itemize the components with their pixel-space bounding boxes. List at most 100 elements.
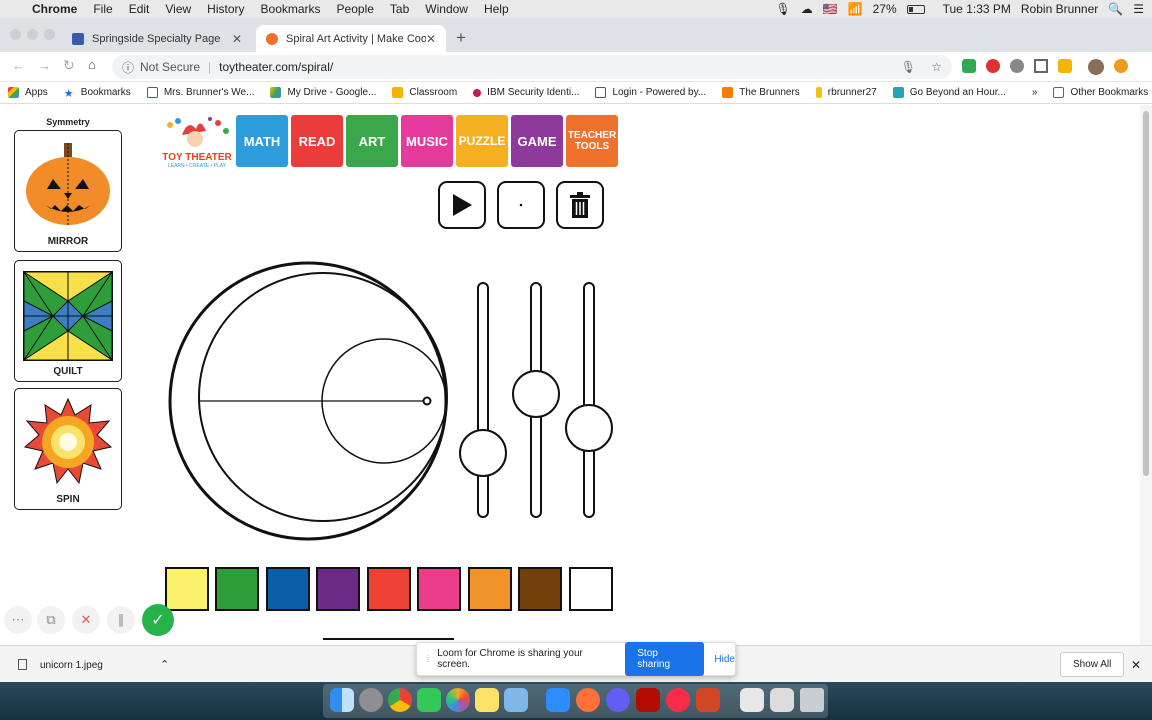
loom-app-icon[interactable] [606, 688, 630, 712]
preview-icon[interactable] [504, 688, 528, 712]
photos-icon[interactable] [446, 688, 470, 712]
drive-extension-icon[interactable] [962, 59, 976, 73]
menu-window[interactable]: Window [417, 2, 476, 16]
bookmark-brunner-web[interactable]: Mrs. Brunner's We... [139, 87, 263, 98]
play-button[interactable] [438, 181, 486, 229]
clear-button[interactable] [556, 181, 604, 229]
slider-2-knob[interactable] [512, 370, 560, 419]
nav-art[interactable]: ART [346, 115, 398, 167]
mic-icon[interactable]: 🎙 [901, 60, 916, 74]
bookmark-rbrunner27[interactable]: rbrunner27 [808, 87, 885, 98]
minimize-window-button[interactable] [27, 29, 38, 40]
download-filename[interactable]: unicorn 1.jpeg [40, 660, 103, 671]
user-name[interactable]: Robin Brunner [1021, 2, 1098, 16]
drag-handle-icon[interactable]: ⦙ [427, 654, 429, 665]
bookmark-login[interactable]: Login - Powered by... [587, 87, 714, 98]
page-scrollbar[interactable] [1140, 105, 1152, 645]
close-tab-icon[interactable]: ✕ [426, 32, 436, 46]
close-tab-icon[interactable]: ✕ [232, 32, 242, 46]
scrollbar-thumb[interactable] [1143, 111, 1149, 476]
slider-3-track[interactable] [583, 282, 595, 518]
menu-file[interactable]: File [85, 2, 120, 16]
nav-music[interactable]: MUSIC [401, 115, 453, 167]
battery-percent[interactable]: 27% [873, 2, 897, 16]
color-swatch-brown[interactable] [518, 567, 562, 611]
slider-1-knob[interactable] [459, 428, 507, 477]
grey-extension-icon[interactable] [1010, 59, 1024, 73]
color-swatch-orange[interactable] [468, 567, 512, 611]
nav-game[interactable]: GAME [511, 115, 563, 167]
slider-3-knob[interactable] [565, 404, 613, 453]
menu-view[interactable]: View [157, 2, 199, 16]
notification-center-icon[interactable]: ☰ [1133, 2, 1144, 16]
loom-pause-button[interactable]: ∥ [107, 606, 135, 634]
color-swatch-red[interactable] [367, 567, 411, 611]
color-swatch-green[interactable] [215, 567, 259, 611]
zoom-window-button[interactable] [44, 29, 55, 40]
loom-more-button[interactable]: ⋯ [4, 606, 32, 634]
home-icon[interactable]: ⌂ [88, 57, 96, 72]
menu-edit[interactable]: Edit [121, 2, 158, 16]
download-chevron-icon[interactable]: ⌃ [160, 658, 169, 671]
firefox-icon[interactable] [576, 688, 600, 712]
loom-camera-button[interactable]: ⧉ [37, 606, 65, 634]
battery-icon[interactable] [906, 4, 925, 14]
profile-avatar-icon[interactable] [1088, 59, 1104, 75]
color-swatch-blue[interactable] [266, 567, 310, 611]
menu-app-name[interactable]: Chrome [24, 2, 85, 16]
bookmark-apps[interactable]: Apps [0, 87, 56, 98]
spirograph-canvas[interactable] [165, 257, 455, 542]
acrobat-icon[interactable] [636, 688, 660, 712]
reload-icon[interactable]: ↻ [63, 57, 75, 74]
wifi-icon[interactable]: 📶 [848, 2, 863, 16]
color-swatch-yellow[interactable] [165, 567, 209, 611]
microphone-icon[interactable]: 🎙 [775, 2, 790, 16]
chrome-icon[interactable] [388, 688, 412, 712]
nav-puzzle[interactable]: PUZZLE [456, 115, 508, 167]
stop-sharing-button[interactable]: Stop sharing [625, 642, 705, 676]
star-icon[interactable]: ☆ [931, 60, 942, 74]
bookmark-the-brunners[interactable]: The Brunners [714, 87, 808, 98]
bookmark-my-drive[interactable]: My Drive - Google... [262, 87, 384, 98]
mirror-card[interactable]: MIRROR [14, 130, 122, 252]
trash-icon[interactable] [800, 688, 824, 712]
clock[interactable]: Tue 1:33 PM [943, 2, 1011, 16]
menu-people[interactable]: People [329, 2, 382, 16]
menu-bookmarks[interactable]: Bookmarks [253, 2, 329, 16]
bookmark-ibm-security[interactable]: IBM Security Identi... [465, 87, 587, 98]
nav-math[interactable]: MATH [236, 115, 288, 167]
new-tab-button[interactable]: + [456, 28, 466, 48]
other-bookmarks[interactable]: Other Bookmarks [1045, 87, 1152, 98]
info-icon[interactable]: ⓘ [122, 59, 134, 76]
color-swatch-purple[interactable] [316, 567, 360, 611]
notes-icon[interactable] [475, 688, 499, 712]
yellow-extension-icon[interactable] [1058, 59, 1072, 73]
address-bar[interactable]: ⓘ Not Secure | toytheater.com/spiral/ 🎙 … [112, 55, 952, 79]
tab-spiral-art[interactable]: Spiral Art Activity | Make Cool Sp ✕ [256, 25, 446, 52]
zoom-icon[interactable] [546, 688, 570, 712]
downloads-stack-icon[interactable] [770, 688, 794, 712]
cloud-icon[interactable]: ☁ [801, 2, 813, 16]
music-icon[interactable] [666, 688, 690, 712]
menu-tab[interactable]: Tab [382, 2, 417, 16]
flag-icon[interactable]: 🇺🇸 [823, 2, 838, 16]
pen-point[interactable] [422, 396, 432, 406]
grid-extension-icon[interactable] [1034, 59, 1048, 73]
menu-help[interactable]: Help [476, 2, 517, 16]
slider-1-track[interactable] [477, 282, 489, 518]
close-download-bar-icon[interactable]: ✕ [1131, 658, 1141, 672]
back-icon[interactable]: ← [12, 58, 25, 73]
color-swatch-white[interactable] [569, 567, 613, 611]
bookmark-bookmarks[interactable]: ★ Bookmarks [56, 87, 139, 100]
launchpad-icon[interactable] [359, 688, 383, 712]
powerpoint-icon[interactable] [696, 688, 720, 712]
pen-size-button[interactable] [497, 181, 545, 229]
color-swatch-pink[interactable] [417, 567, 461, 611]
forward-icon[interactable]: → [38, 58, 51, 73]
document-icon[interactable] [740, 688, 764, 712]
hide-button[interactable]: Hide [714, 654, 735, 665]
loom-cancel-button[interactable]: ✕ [72, 606, 100, 634]
update-icon[interactable] [1114, 59, 1128, 73]
finder-icon[interactable] [330, 688, 354, 712]
spin-card[interactable]: SPIN [14, 388, 122, 510]
